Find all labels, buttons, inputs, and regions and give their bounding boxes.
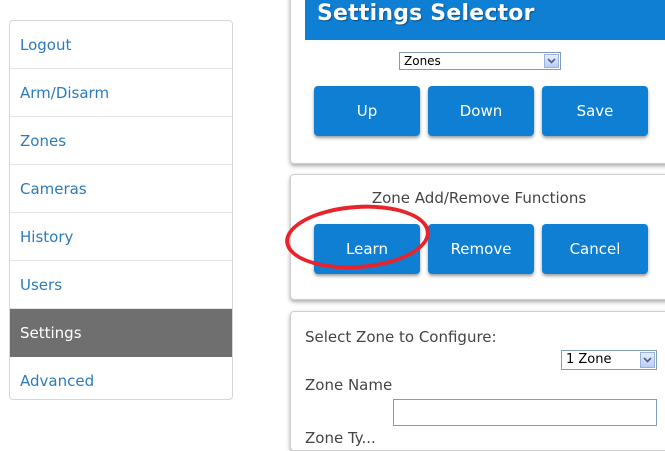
zone-config-panel: Select Zone to Configure: 1 Zone Zone Na…: [290, 311, 665, 451]
sidebar-item-zones[interactable]: Zones: [10, 117, 232, 165]
up-button[interactable]: Up: [314, 86, 420, 136]
sidebar-item-advanced[interactable]: Advanced: [10, 357, 232, 399]
sidebar-item-arm-disarm[interactable]: Arm/Disarm: [10, 69, 232, 117]
select-zone-label: Select Zone to Configure:: [305, 328, 497, 346]
chevron-down-icon[interactable]: [640, 352, 655, 368]
remove-button[interactable]: Remove: [428, 224, 534, 274]
cancel-button[interactable]: Cancel: [542, 224, 648, 274]
sidebar-item-history[interactable]: History: [10, 213, 232, 261]
zone-select-dropdown[interactable]: 1 Zone: [561, 350, 657, 370]
save-button[interactable]: Save: [542, 86, 648, 136]
zone-name-input[interactable]: [393, 399, 657, 426]
zone-functions-caption: Zone Add/Remove Functions: [371, 189, 587, 207]
sidebar-item-cameras[interactable]: Cameras: [10, 165, 232, 213]
settings-selector-value: Zones: [404, 54, 441, 68]
settings-header: Settings Selector: [305, 0, 665, 40]
sidebar-item-logout[interactable]: Logout: [10, 21, 232, 69]
sidebar-nav: Logout Arm/Disarm Zones Cameras History …: [9, 20, 233, 400]
zone-name-label: Zone Name: [305, 376, 393, 394]
zone-type-label: Zone Ty...: [305, 429, 376, 447]
chevron-down-icon[interactable]: [544, 54, 559, 68]
zone-select-value: 1 Zone: [566, 352, 612, 367]
down-button[interactable]: Down: [428, 86, 534, 136]
settings-selector-dropdown[interactable]: Zones: [399, 52, 561, 70]
zone-functions-panel: Zone Add/Remove Functions Learn Remove C…: [290, 174, 665, 300]
learn-button[interactable]: Learn: [314, 224, 420, 274]
sidebar-item-settings[interactable]: Settings: [10, 309, 232, 357]
settings-selector-title: Settings Selector: [317, 1, 535, 26]
sidebar-item-users[interactable]: Users: [10, 261, 232, 309]
settings-selector-panel: Settings Selector Zones Up Down Save: [290, 0, 665, 164]
